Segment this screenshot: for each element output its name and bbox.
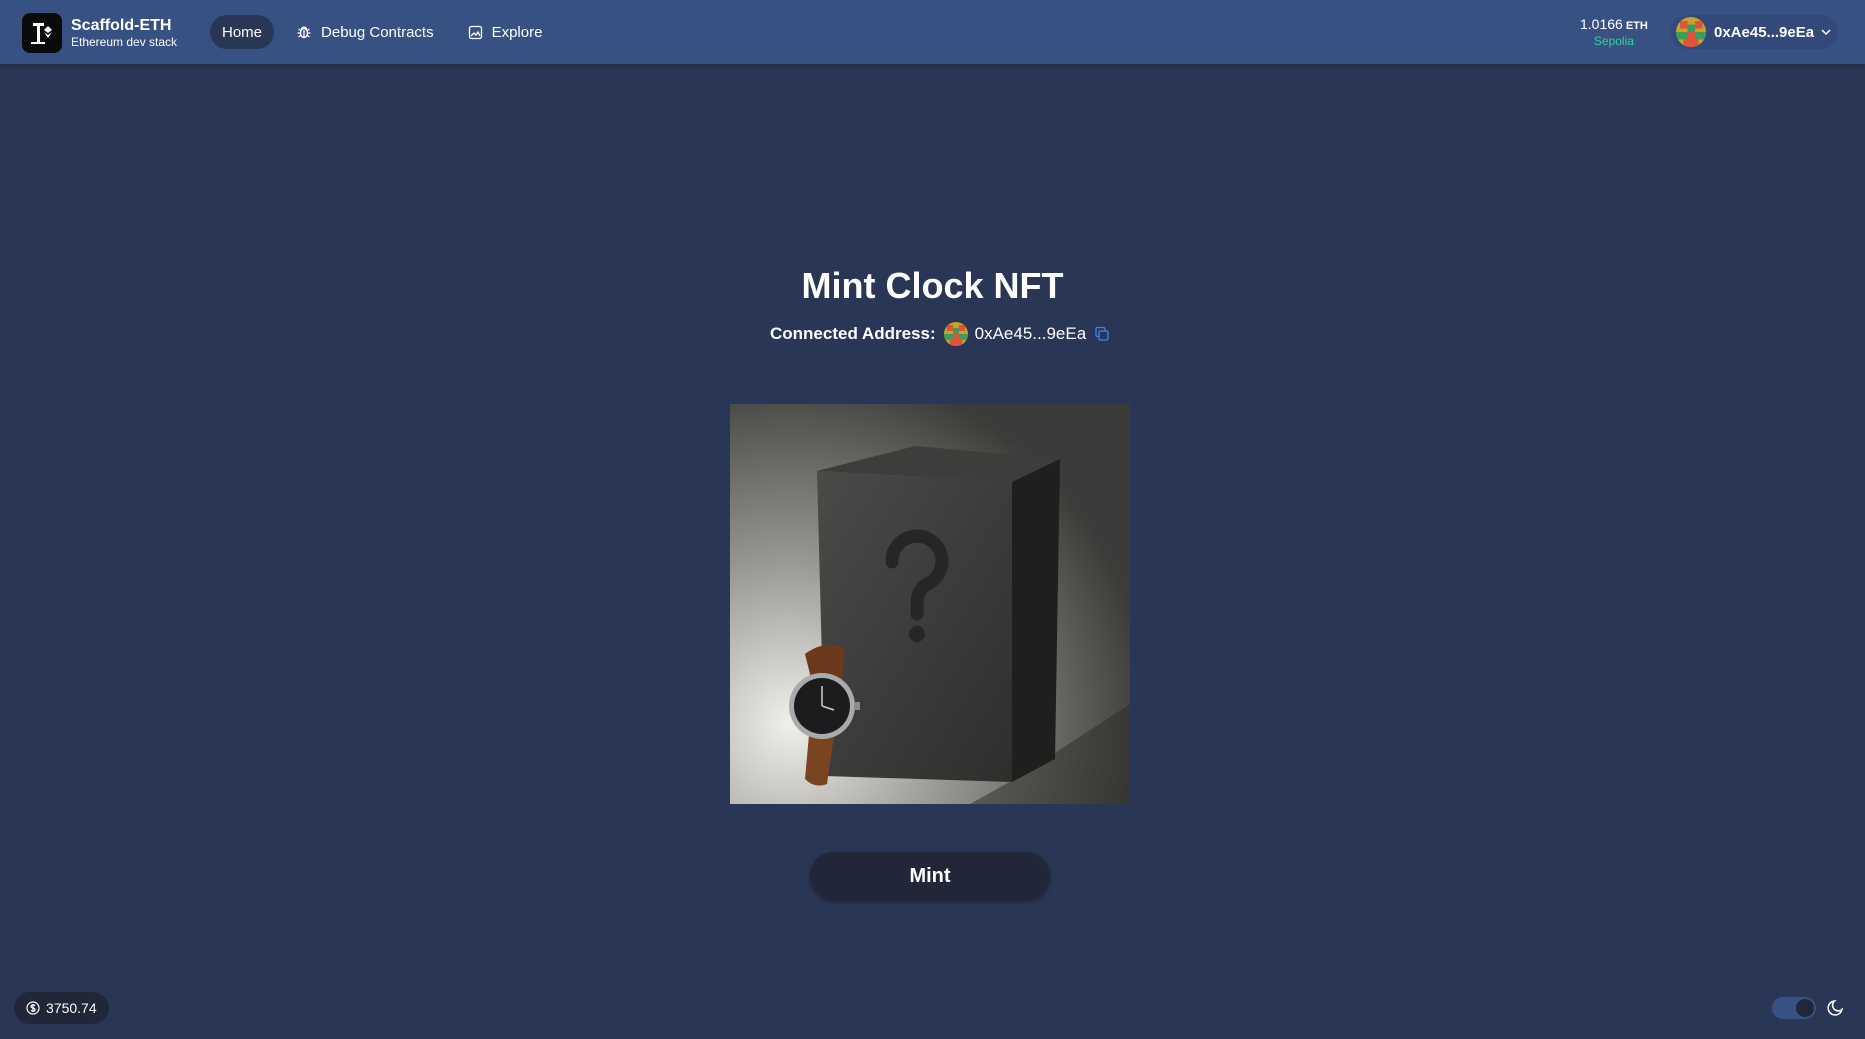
nav-explore-label: Explore: [491, 23, 543, 41]
nav-debug-contracts[interactable]: Debug Contracts: [284, 15, 446, 49]
wallet-balance: 1.0166 ETH Sepolia: [1580, 16, 1648, 48]
avatar: [943, 322, 968, 346]
brand-link[interactable]: Scaffold-ETH Ethereum dev stack: [22, 13, 177, 53]
main-nav: Home Debug Contracts Explore: [210, 15, 564, 49]
nft-mystery-box-image: [730, 404, 1130, 804]
connected-address-link[interactable]: 0xAe45...9eEa: [975, 324, 1087, 344]
brand-subtitle: Ethereum dev stack: [71, 35, 178, 50]
nav-debug-contracts-label: Debug Contracts: [321, 23, 434, 41]
eth-price-value: 3750.74: [46, 1000, 97, 1016]
scaffold-eth-logo-icon: [22, 13, 62, 53]
toggle-knob: [1796, 999, 1814, 1017]
network-name: Sepolia: [1593, 33, 1634, 48]
balance-unit: ETH: [1625, 20, 1648, 32]
moon-icon: [1827, 1000, 1844, 1016]
theme-toggle[interactable]: [1772, 997, 1816, 1019]
nav-home[interactable]: Home: [210, 15, 275, 49]
top-navbar: Scaffold-ETH Ethereum dev stack Home Deb…: [0, 0, 1865, 64]
page-title: Mint Clock NFT: [801, 265, 1064, 306]
avatar: [1676, 17, 1706, 47]
mint-button[interactable]: Mint: [810, 852, 1050, 900]
balance-value: 1.0166: [1580, 16, 1623, 32]
nav-home-label: Home: [222, 23, 263, 41]
eth-price-button[interactable]: 3750.74: [14, 992, 109, 1024]
nav-explore[interactable]: Explore: [456, 15, 555, 49]
account-address: 0xAe45...9eEa: [1714, 23, 1815, 41]
connected-address-row: Connected Address: 0xAe45...9eEa: [770, 322, 1110, 346]
dollar-icon: [26, 1001, 40, 1015]
brand-title: Scaffold-ETH: [71, 16, 172, 34]
image-icon: [468, 25, 482, 39]
bug-icon: [297, 26, 311, 39]
chevron-down-icon: [1821, 29, 1831, 36]
account-dropdown-button[interactable]: 0xAe45...9eEa: [1670, 15, 1838, 49]
copy-icon[interactable]: [1094, 326, 1110, 342]
connected-address-label: Connected Address:: [770, 324, 936, 343]
